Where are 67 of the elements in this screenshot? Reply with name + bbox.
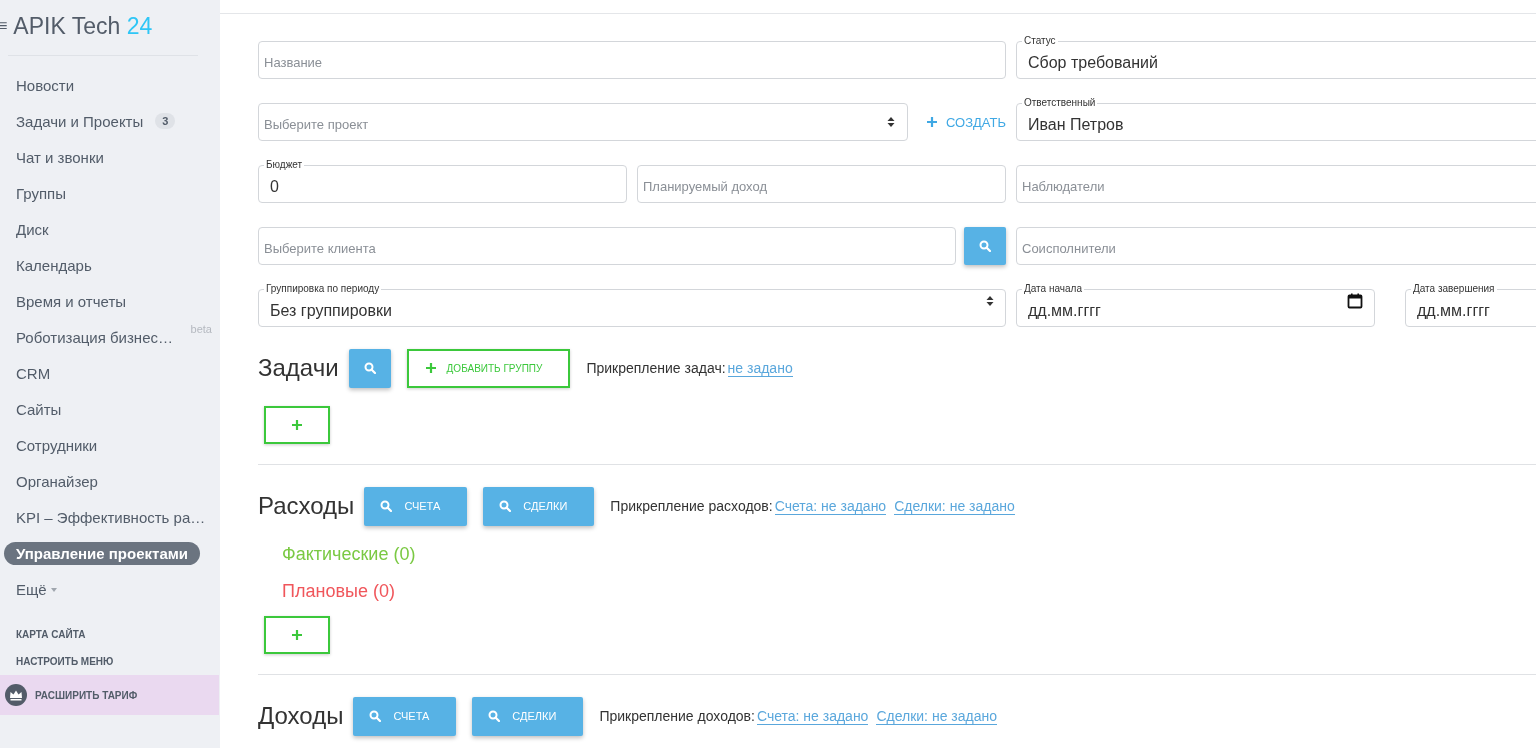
category-label[interactable]: Плановые (0) — [282, 581, 395, 602]
plus-icon — [291, 629, 303, 641]
field-label: Дата начала — [1022, 282, 1084, 295]
field-label: Ответственный — [1022, 96, 1098, 109]
field-value: дд.мм.гггг — [1417, 302, 1491, 320]
plus-icon — [926, 116, 938, 128]
field-value: дд.мм.гггг — [1028, 302, 1102, 320]
section-title: Расходы — [258, 492, 355, 520]
field-label: Дата завершения — [1411, 282, 1497, 295]
nav-item[interactable]: Роботизация бизнес… — [4, 325, 185, 349]
crown-icon — [5, 684, 27, 706]
field-value: Иван Петров — [1028, 116, 1125, 134]
add-button[interactable] — [264, 616, 330, 654]
nav-item[interactable]: KPI – Эффективность ра… — [4, 505, 218, 529]
nav-item[interactable]: Задачи и Проекты — [4, 109, 156, 133]
nav-item[interactable]: Ещё — [4, 577, 69, 601]
plus-icon — [424, 362, 437, 374]
search-icon — [488, 710, 501, 722]
attach-label: Прикрепление расходов: — [610, 498, 773, 514]
nav-item[interactable]: Органайзер — [4, 469, 110, 493]
attach-label: Прикрепление задач: — [586, 360, 726, 376]
coexecutors-field[interactable]: Соисполнители — [1016, 227, 1536, 265]
field-value: Без группировки — [270, 302, 393, 320]
search-icon — [979, 240, 991, 252]
nav-item[interactable]: Диск — [4, 217, 61, 241]
logo[interactable]: APIK Tech 24 — [13, 12, 153, 40]
nav-item[interactable]: Сайты — [4, 397, 74, 421]
name-field[interactable]: Название — [258, 41, 1006, 79]
project-select[interactable]: Выберите проект — [258, 103, 908, 141]
sort-arrows-icon — [887, 116, 895, 128]
nav-item[interactable]: Управление проектами — [4, 541, 201, 565]
nav-item[interactable]: Группы — [4, 181, 78, 205]
field-label: Группировка по периоду — [264, 282, 382, 295]
upgrade-button[interactable]: РАСШИРИТЬ ТАРИФ — [0, 675, 219, 715]
section-title: Задачи — [258, 354, 339, 382]
search-button[interactable] — [348, 348, 391, 388]
nav-item[interactable]: Время и отчеты — [4, 289, 139, 313]
nav-item[interactable]: Сотрудники — [4, 433, 110, 457]
count-badge: 3 — [155, 113, 176, 129]
sidebar-link[interactable]: НАСТРОИТЬ МЕНЮ — [16, 656, 220, 667]
sort-arrows-icon — [986, 295, 994, 307]
search-button[interactable] — [964, 227, 1006, 265]
section-title: Доходы — [258, 702, 344, 730]
budget-field[interactable]: Бюджет 0 — [258, 158, 627, 203]
planned-income-field[interactable]: Планируемый доход — [637, 165, 1006, 203]
plus-icon — [291, 419, 303, 431]
field-label: Бюджет — [264, 158, 305, 171]
observers-field[interactable]: Наблюдатели — [1016, 165, 1536, 203]
sidebar-link[interactable]: КАРТА САЙТА — [16, 629, 220, 640]
attach-label: Прикрепление доходов: — [599, 708, 755, 724]
nav-item[interactable]: Чат и звонки — [4, 145, 116, 169]
field-value: 0 — [270, 178, 280, 196]
add-button[interactable] — [264, 406, 330, 444]
grouping-select[interactable]: Группировка по периоду Без группировки — [258, 282, 1006, 327]
beta-tag: beta — [190, 323, 212, 335]
field-value: Сбор требований — [1028, 54, 1159, 72]
search-icon — [369, 710, 382, 722]
nav-item[interactable]: CRM — [4, 361, 63, 385]
calendar-icon[interactable] — [1347, 293, 1363, 309]
client-field[interactable]: Выберите клиента — [258, 227, 956, 265]
search-icon — [363, 362, 376, 374]
search-icon — [499, 500, 512, 512]
start-date-field[interactable]: Дата начала дд.мм.гггг — [1016, 282, 1375, 327]
field-label: Статус — [1022, 34, 1058, 47]
nav-item[interactable]: Календарь — [4, 253, 104, 277]
search-icon — [380, 500, 393, 512]
nav-item[interactable]: Новости — [4, 73, 87, 97]
